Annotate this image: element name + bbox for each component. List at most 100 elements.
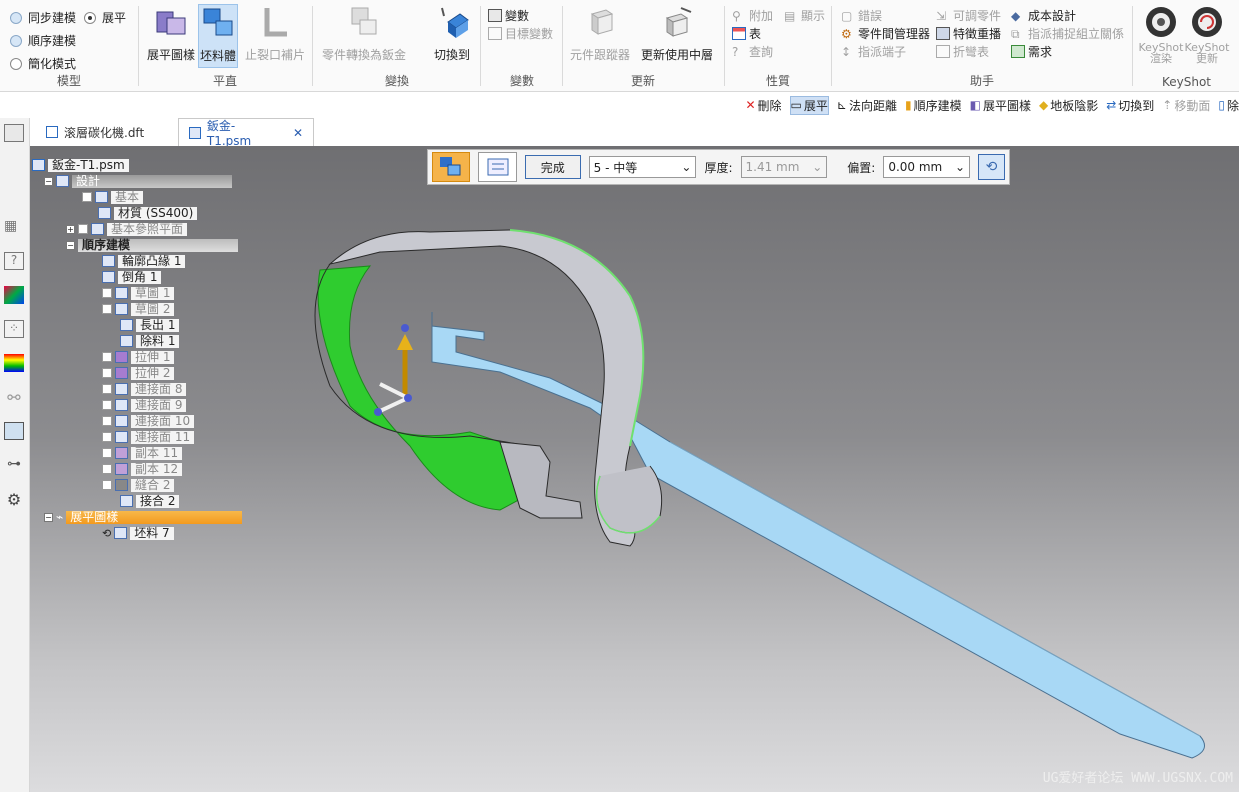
simplified-mode-radio[interactable]: 簡化模式 xyxy=(10,55,76,72)
interpart-manager-button[interactable]: ⚙ 零件間管理器 xyxy=(841,25,930,42)
tree-blank[interactable]: ⟲ 坯料 7 xyxy=(102,526,174,540)
cost-design-button[interactable]: ◆ 成本設計 xyxy=(1011,7,1076,24)
quality-select[interactable]: 5 - 中等 ⌄ xyxy=(588,156,697,178)
layers-icon[interactable]: ▦ xyxy=(4,218,24,236)
part-tracker-button[interactable]: 元件跟蹤器 xyxy=(568,4,632,63)
tree-base[interactable]: 基本 xyxy=(82,190,144,204)
visibility-checkbox[interactable] xyxy=(102,448,112,458)
tree-item-11[interactable]: 連接面 10 xyxy=(102,414,195,428)
visibility-checkbox[interactable] xyxy=(102,416,112,426)
bend-table-button[interactable]: 折彎表 xyxy=(936,43,989,60)
flip-side-button[interactable]: ⟲ xyxy=(978,154,1005,180)
close-tab-icon[interactable]: ✕ xyxy=(293,126,303,140)
tree-item-10[interactable]: 連接面 9 xyxy=(102,398,187,412)
collapse-icon[interactable]: − xyxy=(44,176,53,186)
color-manager-icon[interactable] xyxy=(4,286,24,304)
tree-item-9[interactable]: 連接面 8 xyxy=(102,382,187,396)
visibility-checkbox[interactable] xyxy=(102,352,112,362)
flat-pattern-button[interactable]: 展平圖樣 xyxy=(144,4,198,63)
visibility-checkbox[interactable] xyxy=(102,384,112,394)
feature-playback-button[interactable]: 特徵重播 xyxy=(936,25,1001,42)
tree-item-13[interactable]: 副本 11 xyxy=(102,446,183,460)
floor-shadow-button[interactable]: ◆ 地板陰影 xyxy=(1039,97,1098,114)
tree-design[interactable]: − 設計 xyxy=(44,174,232,188)
attach-button[interactable]: ⚲ 附加 xyxy=(732,7,773,24)
help-icon[interactable]: ? xyxy=(4,252,24,270)
move-face-button[interactable]: ⇡ 移動面 xyxy=(1162,97,1210,114)
parts-library-icon[interactable]: ⁘ xyxy=(4,320,24,338)
tree-item-5[interactable]: 長出 1 xyxy=(120,318,180,332)
thickness-field[interactable]: 1.41 mm ⌄ xyxy=(740,156,828,178)
flat-radio[interactable]: 展平 xyxy=(84,9,126,26)
delete-button[interactable]: ✕ 刪除 xyxy=(745,97,781,114)
requirements-icon xyxy=(1011,45,1025,58)
options-button[interactable] xyxy=(478,152,517,182)
query-button[interactable]: ? 查詢 xyxy=(732,43,773,60)
switch-to-cmd-button[interactable]: ⇄ 切換到 xyxy=(1106,97,1154,114)
ordered-modeling-button[interactable]: ▮ 順序建模 xyxy=(905,97,962,114)
visibility-checkbox[interactable] xyxy=(102,464,112,474)
keyshot-update-button[interactable]: KeyShot 更新 xyxy=(1184,4,1230,64)
link-icon[interactable]: ⚯ xyxy=(4,388,24,407)
stop-tear-button[interactable]: 止裂口補片 xyxy=(244,4,306,63)
switch-to-button[interactable]: 切換到 xyxy=(430,4,474,63)
tree-flat-pattern[interactable]: − ⌁ 展平圖樣 xyxy=(44,510,243,524)
tree-item-8[interactable]: 拉伸 2 xyxy=(102,366,175,380)
remove-button[interactable]: ▯ 除 xyxy=(1218,97,1239,114)
offset-field[interactable]: 0.00 mm ⌄ xyxy=(883,156,971,178)
adjustable-part-button[interactable]: ⇲ 可調零件 xyxy=(936,7,1001,24)
tree-item-4[interactable]: 草圖 2 xyxy=(102,302,175,316)
tree-item-2[interactable]: 倒角 1 xyxy=(102,270,162,284)
visibility-checkbox[interactable] xyxy=(102,304,112,314)
capture-fit-button[interactable]: ⧉ 指派捕捉組立關係 xyxy=(1011,25,1124,42)
variables-button[interactable]: 變數 xyxy=(488,7,529,24)
show-button[interactable]: ▤ 顯示 xyxy=(784,7,825,24)
tree-item-1[interactable]: 輪廓凸緣 1 xyxy=(102,254,186,268)
keyshot-render-button[interactable]: KeyShot 渲染 xyxy=(1138,4,1184,64)
goal-seek-button[interactable]: 目標變數 xyxy=(488,25,553,42)
visibility-checkbox[interactable] xyxy=(102,432,112,442)
normal-distance-button[interactable]: ⊾ 法向距離 xyxy=(837,97,897,114)
assign-terminal-button[interactable]: ↕ 指派端子 xyxy=(841,43,906,60)
visibility-checkbox[interactable] xyxy=(102,480,112,490)
path-finder-icon[interactable] xyxy=(4,124,24,142)
flatten-button[interactable]: ▭ 展平 xyxy=(789,95,829,115)
tree-root[interactable]: 鈑金-T1.psm xyxy=(32,158,129,172)
visibility-checkbox[interactable] xyxy=(102,288,112,298)
tab-sheetmetal[interactable]: 鈑金-T1.psm ✕ xyxy=(178,118,314,148)
collapse-icon[interactable]: − xyxy=(44,512,53,522)
tree-item-15[interactable]: 縫合 2 xyxy=(102,478,175,492)
collapse-icon[interactable]: − xyxy=(66,240,75,250)
tree-item-16[interactable]: 接合 2 xyxy=(120,494,180,508)
tab-drawing[interactable]: 滚層碳化機.dft xyxy=(36,118,154,146)
settings-icon[interactable]: ⚙ xyxy=(4,490,24,509)
convert-to-sheetmetal-button[interactable]: 零件轉換為鈑金 xyxy=(318,4,410,63)
tree-item-12[interactable]: 連接面 11 xyxy=(102,430,195,444)
done-button[interactable]: 完成 xyxy=(524,155,581,179)
tree-item-7[interactable]: 拉伸 1 xyxy=(102,350,175,364)
blank-body-button[interactable]: 坯料體 xyxy=(198,4,238,68)
tree-base-planes[interactable]: + 基本參照平面 xyxy=(66,222,188,236)
requirements-button[interactable]: 需求 xyxy=(1011,43,1052,60)
visibility-checkbox[interactable] xyxy=(78,224,88,234)
tree-item-14[interactable]: 副本 12 xyxy=(102,462,183,476)
tree-item-6[interactable]: 除料 1 xyxy=(120,334,180,348)
camera-icon[interactable] xyxy=(4,422,24,440)
relations-icon[interactable]: ⊶ xyxy=(4,456,24,474)
sync-modeling-radio[interactable]: 同步建模 xyxy=(10,9,76,26)
visibility-checkbox[interactable] xyxy=(82,192,92,202)
ordered-modeling-radio[interactable]: 順序建模 xyxy=(10,32,76,49)
tree-item-3[interactable]: 草圖 1 xyxy=(102,286,175,300)
expand-icon[interactable]: + xyxy=(66,224,75,234)
table-button[interactable]: 表 xyxy=(732,25,761,42)
flat-pattern-cmd-button[interactable]: ◧ 展平圖樣 xyxy=(970,97,1031,114)
query-icon: ? xyxy=(732,45,739,59)
visibility-checkbox[interactable] xyxy=(102,368,112,378)
zebra-icon[interactable] xyxy=(4,354,24,372)
errors-button[interactable]: ▢ 錯誤 xyxy=(841,7,882,24)
tree-material[interactable]: 材質 (SS400) xyxy=(98,206,198,220)
visibility-checkbox[interactable] xyxy=(102,400,112,410)
update-active-level-button[interactable]: 更新使用中層 xyxy=(640,4,714,63)
tree-ordered[interactable]: − 順序建模 xyxy=(66,238,238,252)
blank-step-button[interactable] xyxy=(432,152,471,182)
